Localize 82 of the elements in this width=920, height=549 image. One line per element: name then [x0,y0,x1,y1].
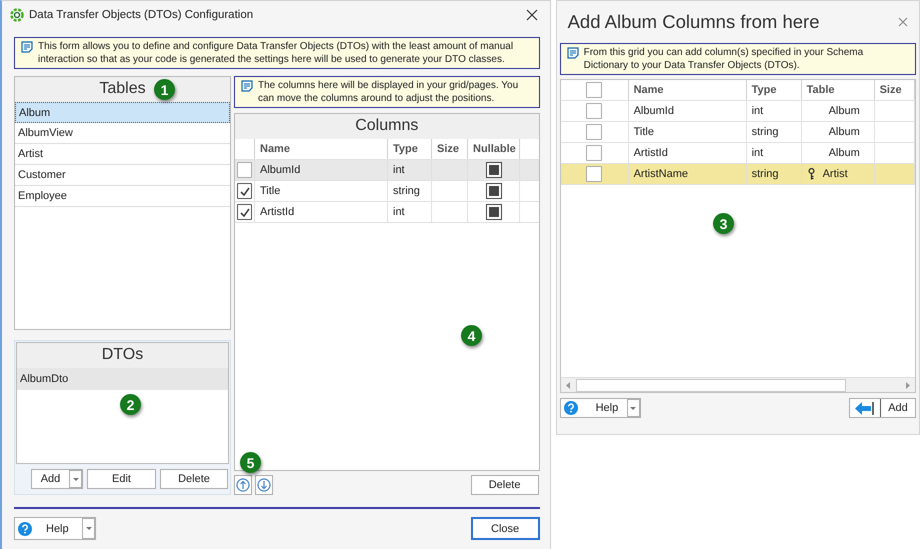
table-cell: AlbumId [255,160,388,180]
help-icon [564,401,578,415]
column-header[interactable]: Nullable [468,139,520,159]
scroll-right-icon [906,382,910,388]
table-row[interactable]: AlbumId int Album [560,101,915,122]
caret-icon [86,527,92,530]
list-item[interactable]: AlbumView [15,123,230,144]
checkbox[interactable] [237,183,252,199]
dialog-title: Add Album Columns from here [568,11,821,33]
column-header[interactable]: Type [746,80,802,100]
panel-title: Columns [235,114,539,139]
table-cell: Album [828,126,860,138]
note-icon [21,41,33,53]
table-cell: int [746,143,802,163]
dropdown-button[interactable] [82,518,95,539]
column-header[interactable]: Name [628,80,747,100]
checkbox[interactable] [486,162,502,178]
scroll-left-icon [566,382,570,388]
checkbox[interactable] [237,204,252,220]
table-cell: int [388,202,432,222]
column-header[interactable]: Name [255,139,388,159]
checkbox[interactable] [586,124,602,140]
column-header[interactable]: Table [802,80,875,100]
table-cell: ArtistId [628,143,747,163]
window-title: Data Transfer Objects (DTOs) Configuration [29,8,254,20]
table-row[interactable]: Title string Album [560,122,915,143]
info-text: This form allows you to define and configure Data Transfer Objects (DTOs) with the least amount of manual interaction so that as your code is generated the settings here will be used to generate your DTO classes. [38,40,514,66]
table-cell: string [746,122,802,142]
scrollbar[interactable] [560,377,915,392]
dropdown-button[interactable] [626,399,640,417]
close-icon [526,8,538,20]
check-icon [240,208,250,216]
table-cell: Album [828,147,860,159]
check-icon [240,186,250,196]
table-cell: string [746,164,802,184]
move-down-button[interactable] [255,475,273,495]
delete-button[interactable]: Delete [160,469,228,489]
table-row[interactable]: ArtistName string Artist [560,164,915,185]
checkbox[interactable] [586,166,602,182]
table-cell: Title [255,181,388,201]
close-button[interactable]: Close [470,517,540,540]
checkbox[interactable] [586,103,602,119]
info-text: The columns here will be displayed in your grid/pages. You can move the columns around to adjust the positions. [258,79,520,105]
column-header[interactable]: Size [432,139,468,159]
list-item[interactable]: Customer [15,165,230,186]
table-cell: ArtistName [628,164,747,184]
table-cell: int [746,101,802,121]
checkbox[interactable] [586,145,602,161]
checkbox[interactable] [486,204,502,220]
move-up-button[interactable] [234,475,252,495]
table-cell: Album [828,105,860,117]
checkbox[interactable] [237,162,252,178]
table-cell: Artist [822,168,848,180]
note-icon [566,47,579,59]
panel-title: DTOs [17,343,228,368]
list-item[interactable]: Artist [15,144,230,165]
table-cell: AlbumId [628,101,747,121]
column-header[interactable]: Size [874,80,915,100]
edit-button[interactable]: Edit [87,469,156,489]
delete-button[interactable]: Delete [470,475,539,495]
dropdown-button[interactable] [69,470,82,488]
note-icon [241,80,253,92]
info-text: From this grid you can add column(s) specified in your Schema Dictionary to your Data Transfer Objects (DTOs). [584,46,864,72]
table-row[interactable]: ArtistId int [235,202,539,223]
table-row[interactable]: Title string [235,181,539,202]
column-header[interactable]: Type [388,139,432,159]
help-icon [18,522,32,536]
table-row[interactable]: AlbumId int [235,160,539,181]
checkbox[interactable] [486,183,502,199]
caret-icon [72,478,78,480]
arrow-icon [855,402,875,414]
table-cell: ArtistId [255,202,388,222]
table-cell: int [388,160,432,180]
close-icon [898,17,908,27]
table-cell: Title [628,122,747,142]
ring-icon [10,8,24,22]
list-item[interactable]: Employee [15,186,230,207]
list-item[interactable]: Album [15,102,230,123]
table-cell: string [388,181,432,201]
checkbox[interactable] [586,82,602,98]
caret-icon [630,406,636,410]
list-item[interactable]: AlbumDto [17,368,228,390]
